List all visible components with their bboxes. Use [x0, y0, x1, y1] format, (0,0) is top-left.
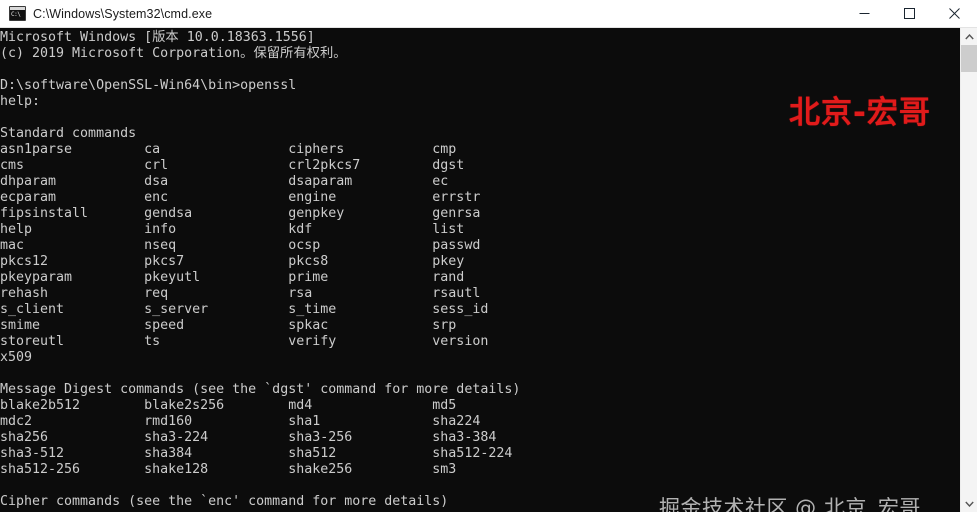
maximize-button[interactable] — [887, 0, 932, 28]
window-controls — [842, 0, 977, 28]
watermark-red-text: 北京-宏哥 — [789, 95, 931, 131]
console-output-area[interactable]: Microsoft Windows [版本 10.0.18363.1556] (… — [0, 28, 960, 512]
watermark-bottom-text: 掘金技术社区 @ 北京_宏哥 — [659, 496, 921, 512]
scroll-up-icon[interactable] — [961, 28, 977, 45]
minimize-button[interactable] — [842, 0, 887, 28]
window-title: C:\Windows\System32\cmd.exe — [33, 6, 213, 21]
cmd-window: C:\Windows\System32\cmd.exe Microso — [0, 0, 977, 512]
console-text: Microsoft Windows [版本 10.0.18363.1556] (… — [0, 30, 521, 509]
scroll-down-icon[interactable] — [961, 495, 977, 512]
scroll-thumb[interactable] — [961, 45, 977, 72]
cmd-console-icon — [9, 6, 26, 21]
title-bar[interactable]: C:\Windows\System32\cmd.exe — [0, 0, 977, 28]
scroll-track[interactable] — [961, 72, 977, 495]
close-button[interactable] — [932, 0, 977, 28]
vertical-scrollbar[interactable] — [960, 28, 977, 512]
